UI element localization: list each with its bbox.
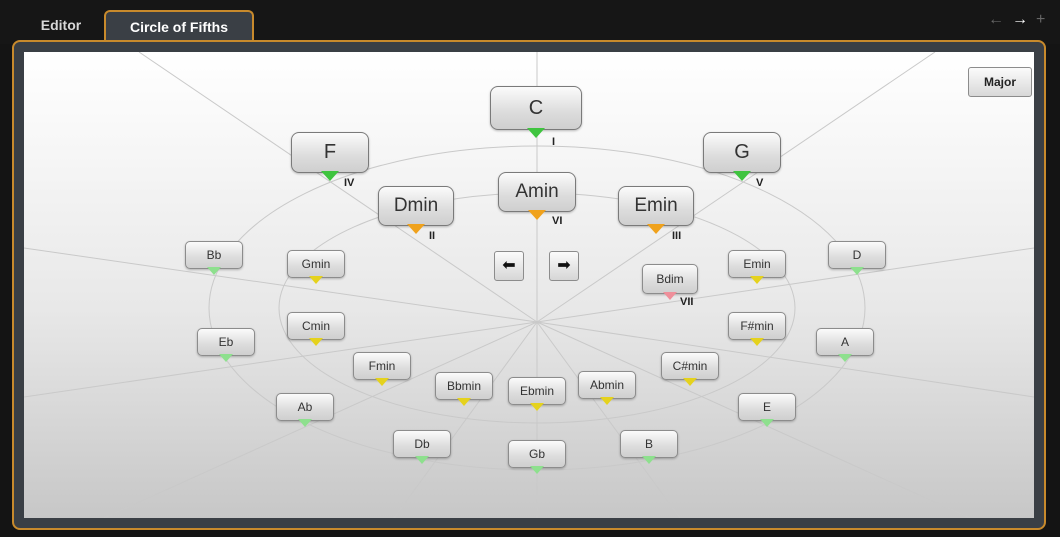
- chord-db[interactable]: Db: [393, 430, 451, 464]
- chord-triangle-icon: [407, 224, 425, 234]
- chord-triangle-icon: [530, 403, 544, 411]
- add-icon[interactable]: +: [1036, 11, 1045, 29]
- back-arrow-icon[interactable]: ←: [988, 11, 1004, 29]
- chord-triangle-icon: [850, 267, 864, 275]
- chord-label: Bbmin: [446, 379, 481, 393]
- chord-a[interactable]: A: [816, 328, 874, 362]
- chord-triangle-icon: [375, 378, 389, 386]
- degree-label: III: [672, 230, 682, 242]
- chord-label: A: [840, 335, 849, 349]
- chord-f[interactable]: F: [291, 132, 369, 181]
- chord-b[interactable]: B: [620, 430, 678, 464]
- chord-triangle-icon: [530, 466, 544, 474]
- chord-triangle-icon: [838, 354, 852, 362]
- chord-triangle-icon: [415, 456, 429, 464]
- chord-triangle-icon: [219, 354, 233, 362]
- degree-label: VI: [552, 215, 563, 227]
- chord-bb[interactable]: Bb: [185, 241, 243, 275]
- chord-triangle-icon: [298, 419, 312, 427]
- chord-label: Ebmin: [519, 384, 554, 398]
- chord-triangle-icon: [750, 276, 764, 284]
- degree-label: VII: [680, 296, 694, 308]
- chord-dmin[interactable]: Dmin: [378, 186, 454, 234]
- chord-triangle-icon: [750, 338, 764, 346]
- chord-triangle-icon: [683, 378, 697, 386]
- chord-emin-small[interactable]: Emin: [728, 250, 786, 284]
- chord-triangle-icon: [733, 171, 751, 181]
- circle-of-fifths-panel: Major ⬅ ➡ C I F IV G V Dmin II Amin VI E…: [24, 52, 1034, 518]
- chord-label: Amin: [515, 181, 559, 202]
- chord-cmin[interactable]: Cmin: [287, 312, 345, 346]
- chord-label: Gb: [528, 447, 545, 461]
- chord-c[interactable]: C: [490, 86, 582, 138]
- chord-d[interactable]: D: [828, 241, 886, 275]
- tab-editor[interactable]: Editor: [22, 10, 100, 40]
- chord-label: Cmin: [301, 319, 330, 333]
- chord-label: C#min: [672, 359, 708, 373]
- chord-triangle-icon: [528, 210, 546, 220]
- degree-label: V: [756, 177, 764, 189]
- chord-label: Gmin: [301, 257, 331, 271]
- chord-triangle-icon: [760, 419, 774, 427]
- chord-triangle-icon: [207, 267, 221, 275]
- chord-g[interactable]: G: [703, 132, 781, 181]
- chord-triangle-icon: [642, 456, 656, 464]
- chord-triangle-icon: [321, 171, 339, 181]
- chord-eb[interactable]: Eb: [197, 328, 255, 362]
- chord-label: C: [528, 97, 544, 119]
- chord-label: Emin: [634, 195, 678, 216]
- chord-amin[interactable]: Amin: [498, 172, 576, 220]
- forward-arrow-icon[interactable]: →: [1012, 11, 1028, 29]
- chord-triangle-icon: [600, 397, 614, 405]
- mode-toggle-button[interactable]: Major: [968, 67, 1032, 97]
- chord-bdim[interactable]: Bdim: [642, 264, 698, 300]
- chord-bbmin[interactable]: Bbmin: [435, 372, 493, 406]
- chord-label: Eb: [218, 335, 234, 349]
- rotate-left-button[interactable]: ⬅: [494, 251, 524, 281]
- chord-ebmin[interactable]: Ebmin: [508, 377, 566, 411]
- chord-triangle-icon: [457, 398, 471, 406]
- chord-triangle-icon: [663, 292, 677, 300]
- tab-bar: Editor Circle of Fifths ← → +: [0, 0, 1060, 44]
- chord-abmin[interactable]: Abmin: [578, 371, 636, 405]
- chord-csharp-min[interactable]: C#min: [661, 352, 719, 386]
- arrow-right-icon: ➡: [557, 257, 571, 274]
- chord-triangle-icon: [309, 276, 323, 284]
- chord-ab[interactable]: Ab: [276, 393, 334, 427]
- chord-label: Dmin: [393, 195, 439, 216]
- chord-label: Abmin: [589, 378, 624, 392]
- degree-label: IV: [344, 177, 355, 189]
- chord-gb[interactable]: Gb: [508, 440, 566, 474]
- chord-label: Bb: [206, 248, 222, 262]
- degree-label: I: [552, 136, 556, 148]
- chord-triangle-icon: [527, 128, 545, 138]
- chord-label: E: [762, 400, 771, 414]
- chord-triangle-icon: [309, 338, 323, 346]
- chord-fmin[interactable]: Fmin: [353, 352, 411, 386]
- tab-circle-of-fifths[interactable]: Circle of Fifths: [104, 10, 254, 44]
- main-frame: Major ⬅ ➡ C I F IV G V Dmin II Amin VI E…: [12, 40, 1046, 530]
- chord-triangle-icon: [647, 224, 665, 234]
- arrow-left-icon: ⬅: [502, 257, 516, 274]
- chord-label: D: [852, 248, 862, 262]
- chord-label: Ab: [297, 400, 313, 414]
- chord-label: Fmin: [368, 359, 396, 373]
- chord-label: F: [323, 141, 337, 163]
- degree-label: II: [429, 230, 436, 242]
- chord-fsharp-min[interactable]: F#min: [728, 312, 786, 346]
- chord-emin-main[interactable]: Emin: [618, 186, 694, 234]
- chord-e[interactable]: E: [738, 393, 796, 427]
- chord-label: Bdim: [656, 272, 684, 286]
- chord-label: Emin: [743, 257, 771, 271]
- chord-label: F#min: [740, 319, 774, 333]
- chord-label: B: [644, 437, 653, 451]
- chord-label: G: [734, 141, 750, 163]
- rotate-right-button[interactable]: ➡: [549, 251, 579, 281]
- chord-gmin[interactable]: Gmin: [287, 250, 345, 284]
- chord-label: Db: [414, 437, 430, 451]
